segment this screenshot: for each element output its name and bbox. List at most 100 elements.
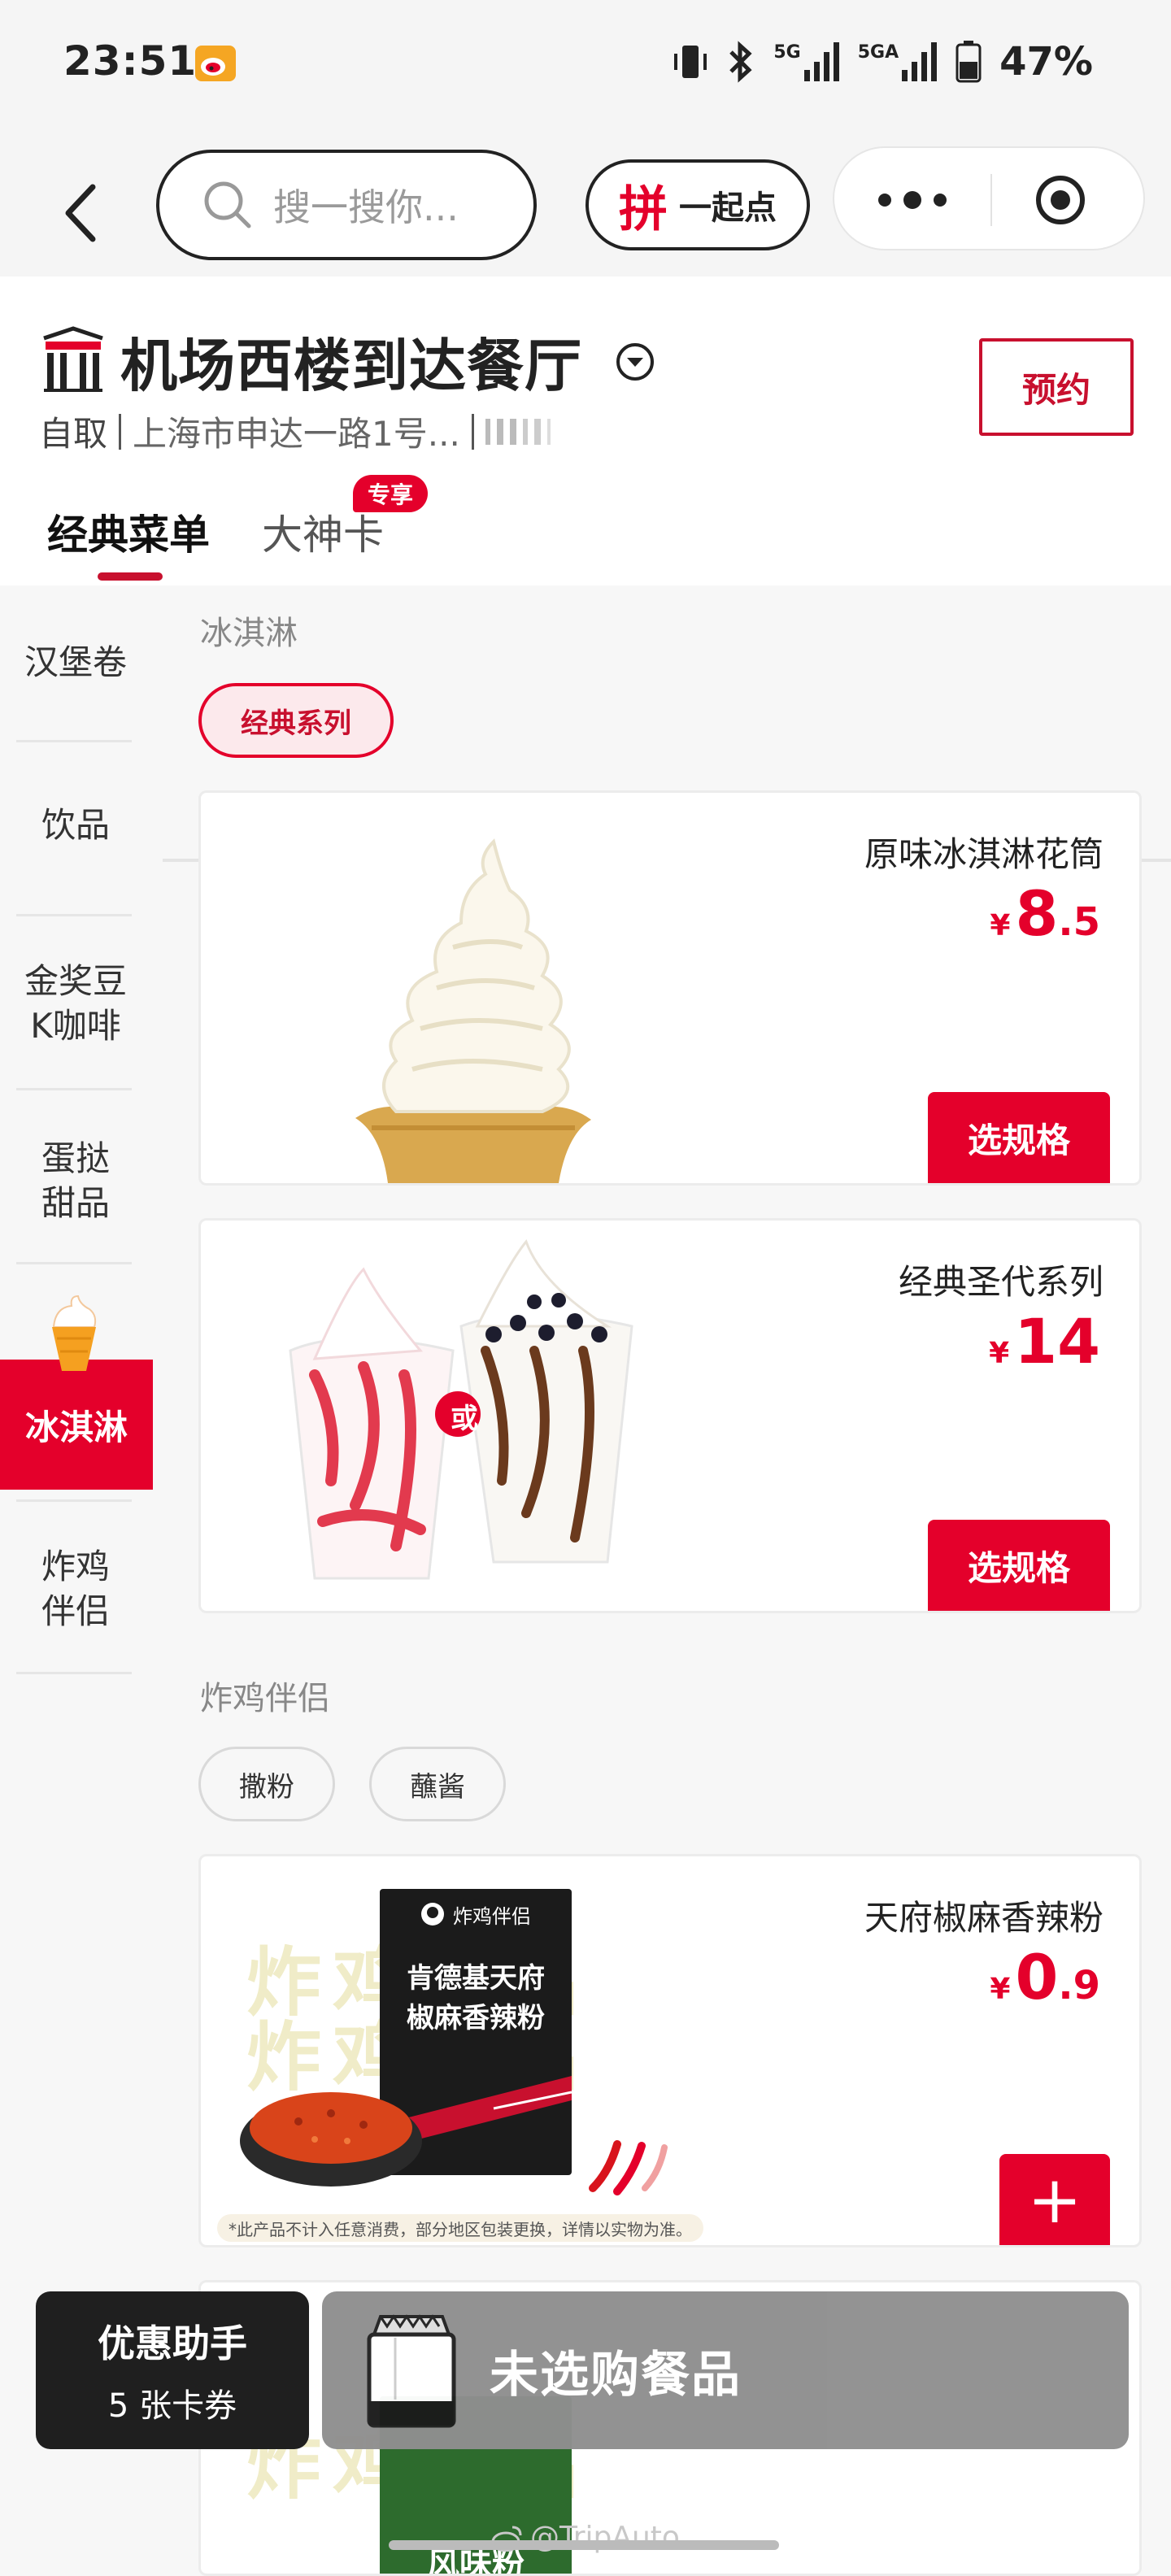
sidebar-item-ice-cream[interactable]: 冰淇淋 [0,1360,153,1490]
price-currency: ¥ [990,909,1011,942]
price-decimal: .9 [1058,1963,1100,2008]
sidebar-item-chicken-partner[interactable]: 炸鸡 伴侣 [0,1521,151,1659]
price-currency: ¥ [989,1337,1010,1370]
sidebar-item-burgers[interactable]: 汉堡卷 [0,610,151,716]
colonel-logo-icon [421,1903,444,1925]
sidebar-item-label: 甜品 [41,1183,110,1223]
spice-bowl-image [240,2092,422,2187]
battery-percent: 47% [999,39,1093,85]
tab-classic-menu[interactable]: 经典菜单 [47,503,210,561]
product-name: 经典圣代系列 [898,1262,1104,1302]
store-header: 机场西楼到达餐厅 自取 上海市申达一路1号... 预约 经典菜单 大神卡 专享 [0,276,1171,862]
filter-chip-classic[interactable]: 经典系列 [198,683,394,758]
exclusive-badge: 专享 [353,475,428,512]
pack-brand-row: 炸鸡伴侣 [380,1889,572,1939]
sidebar-item-label: 炸鸡 [41,1547,110,1587]
sidebar-divider [16,1088,132,1090]
section-title-chicken-partner: 炸鸡伴侣 [200,1680,330,1717]
cart-empty-text: 未选购餐品 [490,2346,742,2404]
select-spec-button[interactable]: 选规格 [928,1520,1110,1611]
back-icon[interactable] [57,181,106,246]
sidebar-divider [16,1499,132,1502]
miniapp-capsule [833,146,1145,250]
filter-chip-powder[interactable]: 撒粉 [198,1747,335,1821]
pack-brand: 炸鸡伴侣 [453,1904,531,1928]
product-price: ¥ 8 .5 [990,877,1100,950]
battery-icon [956,41,982,83]
product-card-sundae[interactable]: 或 经典圣代系列 ¥ 14 选规格 [198,1218,1142,1613]
group-order-button[interactable]: 拼 一起点 [586,159,810,250]
status-bar: 23:51 5G 5GA 47% [0,0,1171,130]
sidebar-divider [16,1672,132,1674]
price-currency: ¥ [990,1973,1011,2006]
pack-title-line: 椒麻香辣粉 [407,2002,545,2035]
store-logo-icon [43,326,103,392]
sidebar-item-label: 金奖豆 [24,961,127,1002]
home-indicator[interactable] [389,2540,779,2550]
divider [471,413,474,450]
sidebar-item-label: 蛋挞 [41,1138,110,1179]
group-order-label: 一起点 [679,189,777,227]
capsule-divider [990,174,992,226]
product-disclaimer: *此产品不计入任意消费，部分地区包装更换，详情以实物为准。 [217,2214,703,2242]
product-name: 天府椒麻香辣粉 [864,1898,1104,1938]
category-sidebar: 汉堡卷 饮品 金奖豆 K咖啡 蛋挞 甜品 冰淇淋 炸鸡 伴侣 [0,585,163,2576]
store-name[interactable]: 机场西楼到达餐厅 [120,320,582,402]
signal-bars-icon [902,42,938,81]
signal-bars-icon [803,42,839,81]
bluetooth-icon [729,41,752,83]
more-icon[interactable] [877,189,948,211]
store-info: 自取 上海市申达一路1号... [39,407,559,456]
sidebar-divider [16,740,132,742]
product-price: ¥ 14 [989,1305,1100,1377]
coupon-count: 5 张卡券 [107,2387,237,2425]
vibrate-icon [674,46,707,78]
search-placeholder: 搜一搜你... [273,185,459,229]
product-card-spice-powder[interactable]: 炸鸡伴侣 炸鸡伴侣 炸鸡伴侣 肯德基天府 椒麻香辣粉 *此产品不计入任意消费，部… [198,1854,1142,2247]
signal-5g: 5G [773,42,839,81]
or-label: 或 [451,1403,478,1435]
sidebar-divider [16,914,132,916]
product-price: ¥ 0 .9 [990,1941,1100,2013]
sidebar-item-drinks[interactable]: 饮品 [0,772,151,878]
chevron-down-icon[interactable] [615,342,655,382]
sidebar-item-tart-dessert[interactable]: 蛋挞 甜品 [0,1112,151,1251]
section-title-ice-cream: 冰淇淋 [200,615,298,652]
price-decimal: .5 [1058,899,1100,945]
select-spec-button[interactable]: 选规格 [928,1092,1110,1183]
pickup-mode: 自取 [39,414,108,454]
pack-title: 肯德基天府 椒麻香辣粉 [380,1959,572,2039]
status-time: 23:51 [63,37,198,85]
status-icons: 5G 5GA 47% [673,39,1093,85]
price-integer: 14 [1014,1305,1100,1377]
sidebar-item-label: K咖啡 [30,1006,121,1046]
ice-cream-cone-image [355,838,591,1183]
group-order-icon: 拼 [619,181,668,238]
sidebar-divider [16,1262,132,1264]
search-icon [204,181,251,228]
search-input[interactable]: 搜一搜你... [156,150,537,260]
ice-cream-icon [52,1295,97,1371]
filter-chip-dip-sauce[interactable]: 蘸酱 [369,1747,506,1821]
sidebar-item-coffee[interactable]: 金奖豆 K咖啡 [0,935,151,1073]
chili-peppers-image [589,2140,668,2195]
active-tab-indicator [98,572,163,581]
coupon-assistant-button[interactable]: 优惠助手 5 张卡券 [36,2291,309,2449]
coupon-title: 优惠助手 [98,2321,247,2365]
price-integer: 8 [1015,877,1059,950]
signal-5ga-label: 5GA [857,42,899,63]
target-icon[interactable] [1034,174,1086,226]
cart-bar[interactable]: 未选购餐品 [322,2291,1129,2449]
shopping-bag-icon [367,2314,456,2428]
weibo-icon [195,46,236,81]
sidebar-item-label: 伴侣 [41,1591,110,1631]
store-address: 上海市申达一路1号... [133,414,460,454]
reserve-button[interactable]: 预约 [979,338,1134,436]
pack-title-line: 肯德基天府 [407,1962,545,1995]
add-to-cart-button[interactable]: + [999,2154,1110,2245]
top-nav: 搜一搜你... 拼 一起点 [0,130,1171,276]
divider [119,413,122,450]
signal-5ga: 5GA [858,42,938,81]
price-integer: 0 [1015,1941,1059,2013]
product-card-cone[interactable]: 原味冰淇淋花筒 ¥ 8 .5 选规格 [198,790,1142,1186]
